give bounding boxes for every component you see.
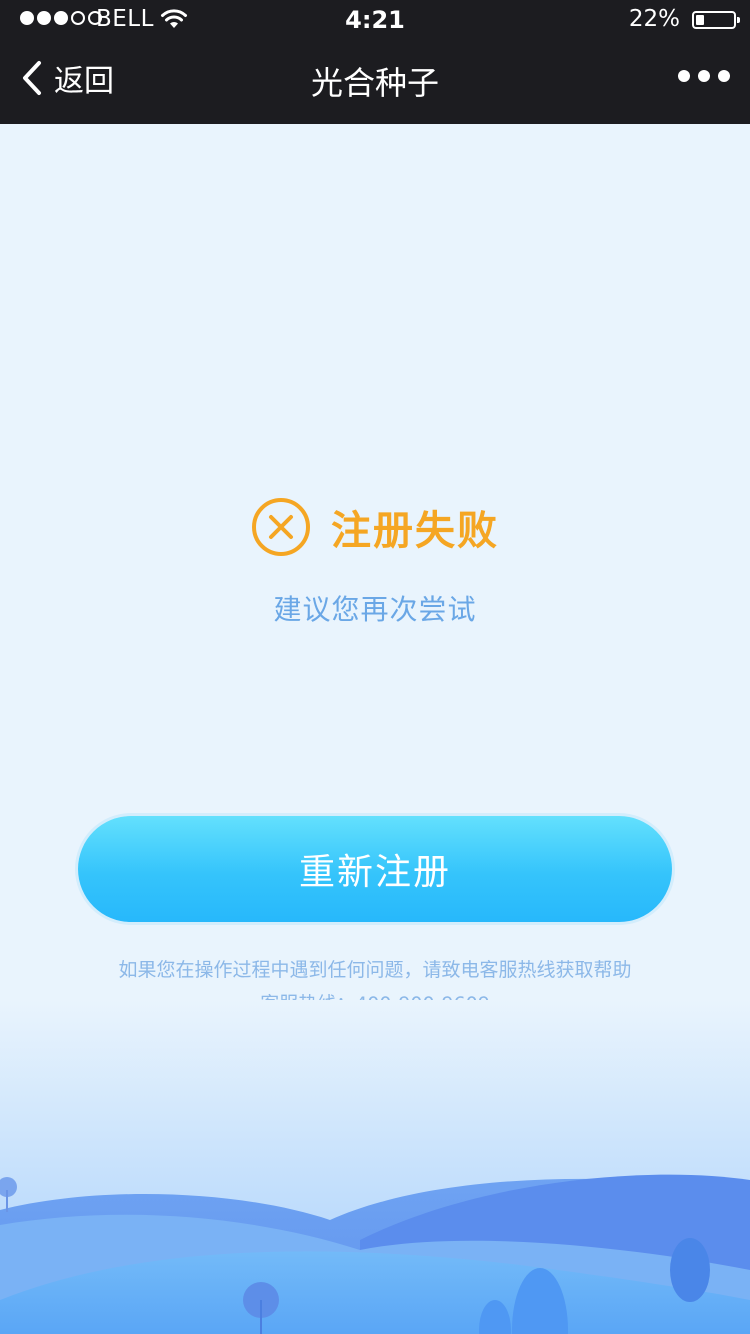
close-circle-icon bbox=[252, 498, 310, 556]
more-dot bbox=[698, 70, 710, 82]
more-dot bbox=[718, 70, 730, 82]
battery-percent: 22% bbox=[628, 6, 680, 32]
result-header: 注册失败 bbox=[0, 492, 750, 562]
navigation-bar: 返回 光合种子 bbox=[0, 40, 750, 124]
top-bar: BELL 4:21 22% 返回 光合种子 bbox=[0, 0, 750, 124]
battery-level bbox=[696, 15, 704, 25]
back-button[interactable]: 返回 bbox=[18, 56, 114, 100]
status-bar: BELL 4:21 22% bbox=[0, 0, 750, 40]
re-register-button[interactable]: 重新注册 bbox=[78, 816, 672, 922]
more-dot bbox=[678, 70, 690, 82]
result-title: 注册失败 bbox=[331, 508, 499, 554]
screen: BELL 4:21 22% 返回 光合种子 注册失败 建议您再次尝试 重新注册 … bbox=[0, 0, 750, 1334]
battery-icon bbox=[692, 11, 740, 29]
back-label: 返回 bbox=[54, 64, 114, 99]
chevron-left-icon bbox=[23, 61, 41, 95]
hills-illustration bbox=[0, 1000, 750, 1334]
help-line: 如果您在操作过程中遇到任何问题，请致电客服热线获取帮助 bbox=[118, 959, 632, 981]
result-subtitle: 建议您再次尝试 bbox=[273, 593, 477, 626]
more-dots-icon[interactable] bbox=[678, 70, 730, 82]
